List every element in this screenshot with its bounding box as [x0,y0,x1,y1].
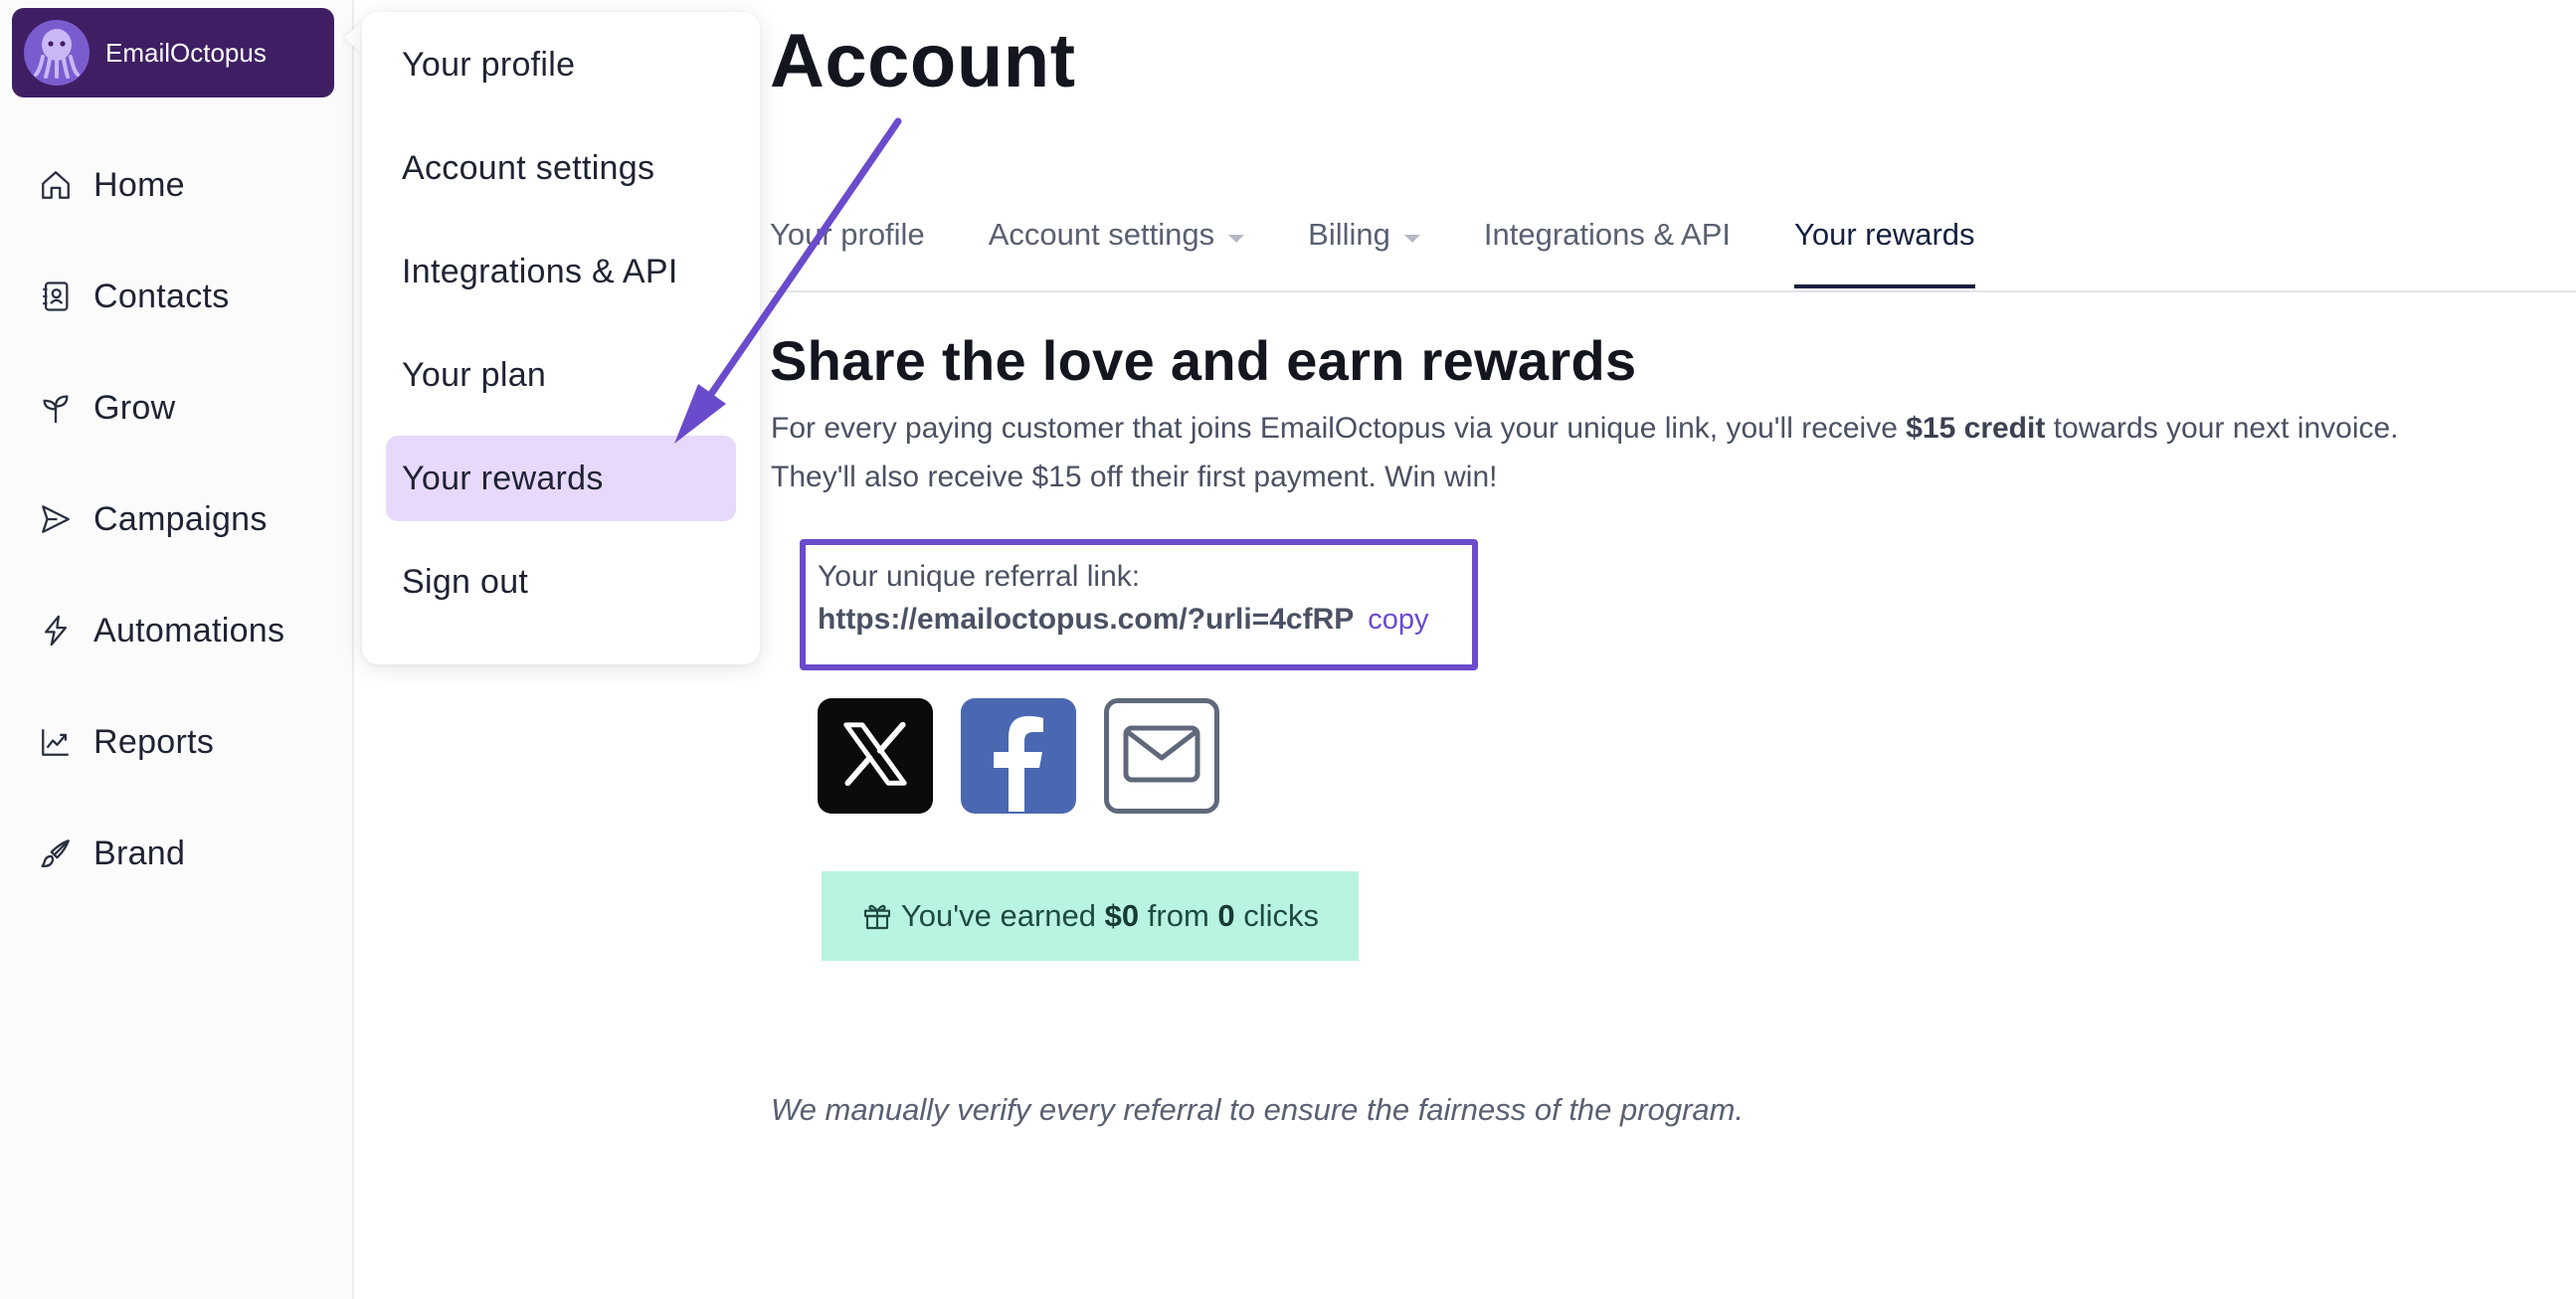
sprout-icon [36,388,76,428]
tab-billing[interactable]: Billing [1308,209,1420,288]
sidebar-item-campaigns[interactable]: Campaigns [0,464,354,575]
sidebar-item-brand[interactable]: Brand [0,798,354,909]
sidebar-item-grow[interactable]: Grow [0,352,354,464]
chart-icon [36,722,76,762]
sidebar-item-automations[interactable]: Automations [0,575,354,686]
sidebar-item-label: Grow [93,388,176,427]
tab-label: Your rewards [1794,217,1975,252]
menu-item-integrations-api[interactable]: Integrations & API [386,229,736,314]
sidebar-item-label: Contacts [93,277,230,315]
credit-amount: $15 credit [1906,412,2046,445]
share-email-button[interactable] [1104,698,1219,814]
tab-account-settings[interactable]: Account settings [988,209,1245,288]
send-icon [36,499,76,539]
copy-link-button[interactable]: copy [1368,604,1428,637]
share-facebook-button[interactable] [961,698,1076,814]
account-switcher-button[interactable]: EmailOctopus [12,8,334,97]
tab-integrations-api[interactable]: Integrations & API [1484,209,1731,288]
earned-clicks: 0 [1217,898,1235,933]
tab-your-rewards[interactable]: Your rewards [1794,209,1975,288]
chevron-down-icon [1403,235,1420,243]
sidebar-item-label: Campaigns [93,499,268,538]
chevron-down-icon [1228,235,1245,243]
lightning-icon [36,611,76,650]
main-nav: Home Contacts Grow Campaigns Automations [0,129,354,909]
menu-caret [344,20,364,56]
gift-icon [861,900,893,932]
earned-prefix: You've earned [900,898,1097,933]
account-dropdown-menu: Your profile Account settings Integratio… [362,12,760,664]
share-x-button[interactable] [818,698,933,814]
sidebar-item-reports[interactable]: Reports [0,686,354,798]
sidebar-item-label: Home [93,165,185,204]
octopus-logo-icon [24,20,90,86]
sidebar: EmailOctopus Home Contacts Grow Campaign… [0,0,354,1299]
referral-link-box: Your unique referral link: https://email… [800,539,1478,670]
earnings-summary: You've earned $0 from 0 clicks [822,871,1359,961]
referral-link-row: https://emailoctopus.com/?urli=4cfRP cop… [818,603,1472,637]
rewards-heading: Share the love and earn rewards [770,329,1637,392]
menu-item-account-settings[interactable]: Account settings [386,125,736,211]
page-title: Account [770,19,1076,103]
rewards-description-line-2: They'll also receive $15 off their first… [771,461,1498,493]
x-icon [836,715,914,798]
verification-note: We manually verify every referral to ens… [771,1092,1745,1127]
tab-label: Integrations & API [1483,217,1732,252]
account-tabs: Your profile Account settings Billing In… [770,209,2576,292]
referral-link-label: Your unique referral link: [818,560,1141,593]
menu-item-your-rewards[interactable]: Your rewards [386,436,736,521]
sidebar-item-label: Brand [93,834,186,872]
rewards-description: For every paying customer that joins Ema… [771,404,2551,501]
tab-label: Your profile [770,217,925,252]
sidebar-item-contacts[interactable]: Contacts [0,241,354,352]
intro-text: towards your next invoice. [2045,412,2399,445]
home-icon [36,165,76,205]
earned-mid: from [1147,898,1209,933]
earned-amount: $0 [1104,898,1140,933]
sidebar-item-label: Automations [93,611,285,650]
menu-item-your-profile[interactable]: Your profile [386,22,736,107]
intro-text: For every paying customer that joins Ema… [771,412,1907,445]
facebook-icon [961,696,1076,817]
referral-link[interactable]: https://emailoctopus.com/?urli=4cfRP [818,603,1354,637]
sidebar-item-label: Reports [93,722,215,761]
tab-your-profile[interactable]: Your profile [770,209,925,288]
rewards-description-line-1: For every paying customer that joins Ema… [771,404,2551,453]
menu-item-sign-out[interactable]: Sign out [386,539,736,625]
menu-item-your-plan[interactable]: Your plan [386,332,736,418]
contacts-icon [36,277,76,316]
account-name: EmailOctopus [105,37,267,68]
sidebar-item-home[interactable]: Home [0,129,354,241]
tab-label: Billing [1308,217,1390,252]
brush-icon [36,834,76,873]
share-buttons [818,698,1247,814]
email-icon [1122,722,1201,791]
tab-label: Account settings [988,217,1215,252]
earned-suffix: clicks [1243,898,1320,933]
